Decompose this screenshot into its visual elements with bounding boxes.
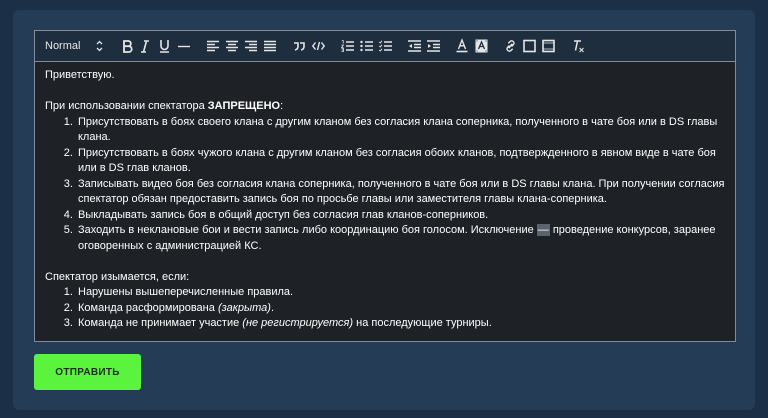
outdent-icon[interactable] [408, 38, 421, 54]
list-item: Команда не принимает участие (не регистр… [76, 316, 725, 332]
align-center-icon[interactable] [226, 38, 238, 54]
strikethrough-icon[interactable] [178, 38, 190, 54]
ordered-list-icon[interactable] [341, 38, 354, 54]
rule-intro-suffix: : [280, 100, 284, 112]
seizure-intro: Спектатор изымается, если: [45, 270, 190, 283]
code-icon[interactable] [312, 38, 325, 54]
bold-icon[interactable] [122, 38, 133, 54]
text-color-icon[interactable] [456, 38, 468, 54]
highlighted-dash: — [536, 224, 550, 236]
checklist-icon[interactable] [379, 38, 392, 54]
submit-button[interactable]: ОТПРАВИТЬ [34, 354, 141, 390]
list-item: Команда расформирована (закрыта). [76, 301, 725, 317]
list-item: Присутствовать в боях своего клана с дру… [76, 115, 725, 146]
image-icon[interactable] [523, 38, 536, 54]
rule5-prefix: Заходить в неклановые бои и вести запись… [78, 224, 537, 236]
list-item: Присутствовать в боях чужого клана с дру… [76, 146, 725, 177]
rich-text-editor[interactable]: Normal Приветствую. При использовании сп… [34, 30, 736, 342]
indent-icon[interactable] [427, 38, 440, 54]
rule-intro-bold: ЗАПРЕЩЕНО [207, 100, 281, 112]
seizure3-suffix: на последующие турниры. [353, 317, 492, 329]
seizure2-prefix: Команда расформирована [78, 301, 218, 314]
empty-line [45, 84, 725, 100]
greeting-text: Приветствую. [45, 69, 115, 81]
background-color-icon[interactable] [475, 38, 488, 54]
editor-toolbar: Normal [35, 31, 735, 62]
video-icon[interactable] [542, 38, 555, 54]
align-right-icon[interactable] [245, 38, 257, 54]
align-left-icon[interactable] [207, 38, 219, 54]
seizure-list: Нарушены вышеперечисленные правила. Кома… [45, 285, 725, 332]
italic-icon[interactable] [140, 38, 150, 54]
list-item: Заходить в неклановые бои и вести запись… [76, 223, 725, 254]
rules-list: Присутствовать в боях своего клана с дру… [45, 115, 725, 255]
seizure3-prefix: Команда не принимает участие [78, 317, 243, 329]
chevron-updown-icon [96, 38, 103, 59]
format-select[interactable]: Normal [45, 38, 105, 54]
underline-icon[interactable] [159, 38, 170, 54]
list-item: Нарушены вышеперечисленные правила. [76, 285, 725, 301]
seizure2-suffix: . [270, 301, 274, 314]
editor-content[interactable]: Приветствую. При использовании спектатор… [35, 62, 735, 332]
seizure2-italic: (закрыта) [217, 301, 271, 314]
rule-intro-prefix: При использовании спектатора [45, 100, 208, 112]
bullet-list-icon[interactable] [360, 38, 373, 54]
rule-intro: При использовании спектатора ЗАПРЕЩЕНО: [45, 99, 725, 115]
empty-line [45, 254, 725, 270]
format-select-value: Normal [45, 40, 81, 52]
list-item: Выкладывать запись боя в общий доступ бе… [76, 208, 725, 224]
seizure3-italic: (не регистрируется) [242, 317, 354, 329]
clear-format-icon[interactable] [572, 38, 585, 54]
align-justify-icon[interactable] [264, 38, 276, 54]
list-item: Записывать видео боя без согласия клана … [76, 177, 725, 208]
blockquote-icon[interactable] [293, 38, 305, 54]
link-icon[interactable] [504, 38, 517, 54]
